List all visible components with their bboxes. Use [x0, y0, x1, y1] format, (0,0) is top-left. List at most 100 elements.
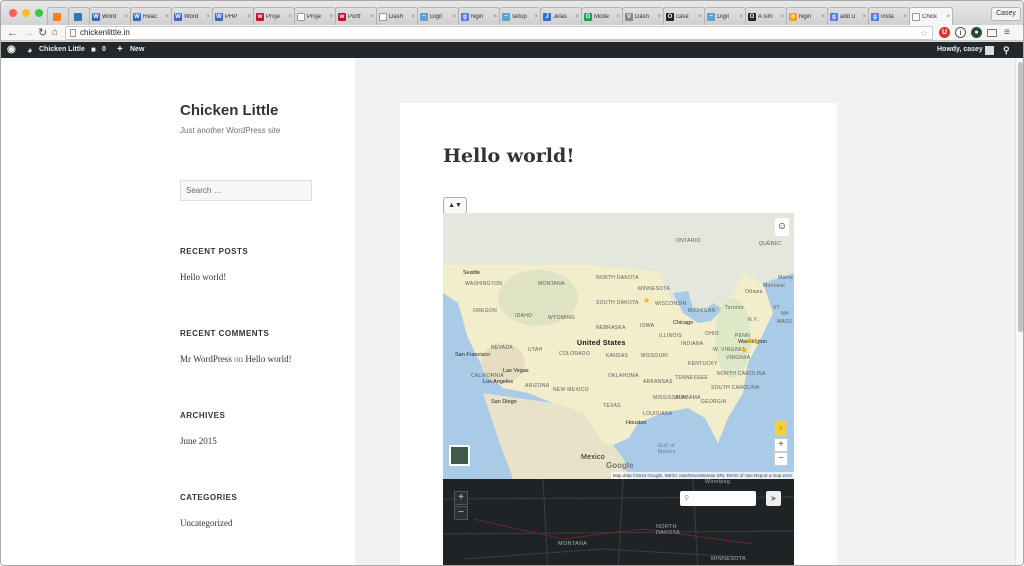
browser-tab[interactable]: g insta × — [868, 7, 910, 25]
address-bar[interactable]: chickenlittle.in ☆ — [65, 26, 933, 40]
locate-button[interactable]: ➤ — [766, 491, 781, 506]
tab-close-icon[interactable]: × — [288, 14, 292, 20]
tab-close-icon[interactable]: × — [493, 14, 497, 20]
tab-close-icon[interactable]: × — [452, 14, 456, 20]
zoom-in-button[interactable]: + — [774, 438, 788, 452]
browser-tab[interactable]: Chick × — [909, 7, 953, 25]
satellite-toggle-button[interactable] — [449, 445, 470, 466]
tab-close-icon[interactable]: × — [946, 14, 950, 20]
browser-tab[interactable]: w Proje × — [253, 7, 295, 25]
browser-tab[interactable]: ~ Digit × — [704, 7, 746, 25]
reload-icon[interactable]: ↻ — [38, 26, 47, 40]
tab-close-icon[interactable]: × — [780, 14, 784, 20]
browser-tab[interactable]: ~ setup × — [499, 7, 541, 25]
extension-dark-icon[interactable]: ● — [971, 27, 982, 38]
menu-icon[interactable]: ≡ — [1004, 26, 1010, 40]
tab-close-icon[interactable]: × — [616, 14, 620, 20]
tab-close-icon[interactable]: × — [739, 14, 743, 20]
admin-site-link[interactable]: Chicken Little — [39, 42, 85, 58]
page-scrollbar[interactable] — [1015, 58, 1023, 565]
pinned-tab[interactable] — [47, 7, 69, 25]
browser-tab[interactable]: Dash × — [376, 7, 418, 25]
map-city-label: Seattle — [463, 270, 481, 276]
recent-post-link[interactable]: Hello world! — [180, 272, 226, 282]
recent-comment-item: Mr WordPress on Hello world! — [180, 354, 292, 364]
browser-tab[interactable]: W Reac × — [130, 7, 172, 25]
tab-close-icon[interactable]: × — [411, 14, 415, 20]
tab-title: Word — [102, 13, 117, 20]
browser-tab[interactable]: o Ngin × — [786, 7, 828, 25]
browser-tab[interactable]: OA sim × — [745, 7, 787, 25]
browser-tab[interactable]: J Jelas × — [540, 7, 582, 25]
wordpress-logo-icon[interactable]: ◉ — [7, 42, 16, 58]
map-marker-star[interactable]: ★ — [741, 347, 748, 355]
tab-close-icon[interactable]: × — [821, 14, 825, 20]
comment-author-link[interactable]: Mr WordPress — [180, 354, 232, 364]
google-logo: Google — [606, 461, 634, 470]
scrollbar-thumb[interactable] — [1018, 62, 1023, 332]
map-region-label: LOUISIANA — [643, 411, 673, 417]
bookmark-star-icon[interactable]: ☆ — [920, 27, 928, 39]
tab-close-icon[interactable]: × — [862, 14, 866, 20]
tab-close-icon[interactable]: × — [657, 14, 661, 20]
browser-tab[interactable]: V Dash × — [622, 7, 664, 25]
howdy-link[interactable]: Howdy, casey — [937, 42, 983, 58]
pinned-tab[interactable] — [68, 7, 90, 25]
browser-tab[interactable]: g Ngin × — [458, 7, 500, 25]
browser-tab[interactable]: W Word × — [171, 7, 213, 25]
browser-tab[interactable]: W Word × — [89, 7, 131, 25]
tab-close-icon[interactable]: × — [698, 14, 702, 20]
tab-close-icon[interactable]: × — [534, 14, 538, 20]
cast-icon[interactable] — [987, 29, 997, 37]
tab-close-icon[interactable]: × — [165, 14, 169, 20]
dark-map[interactable]: + − ⚲ ➤ Winnipeg NORTH DAKOTA MONTANA MINNE… — [443, 479, 794, 565]
new-content-link[interactable]: New — [130, 42, 144, 58]
browser-tab[interactable]: G Mode × — [581, 7, 623, 25]
tab-close-icon[interactable]: × — [903, 14, 907, 20]
search-input[interactable]: Search … — [180, 180, 312, 201]
comment-post-link[interactable]: Hello world! — [245, 354, 291, 364]
dark-zoom-in-button[interactable]: + — [454, 491, 468, 505]
google-map[interactable]: ONTARIO QUÉBEC WASHINGTON MONTANA NORTH DAKO… — [443, 213, 794, 479]
map-city-label: San Diego — [491, 399, 517, 405]
profile-button[interactable]: Casey — [991, 7, 1021, 21]
forward-button[interactable]: → — [23, 26, 34, 40]
archive-link[interactable]: June 2015 — [180, 436, 217, 446]
extension-red-icon[interactable]: U — [939, 27, 950, 38]
browser-tab[interactable]: Ocase × — [663, 7, 705, 25]
minimize-window-button[interactable] — [22, 9, 30, 17]
dark-map-search-input[interactable]: ⚲ — [680, 491, 756, 506]
category-link[interactable]: Uncategorized — [180, 518, 232, 528]
back-button[interactable]: ← — [7, 26, 18, 40]
zoom-window-button[interactable] — [35, 9, 43, 17]
close-window-button[interactable] — [9, 9, 17, 17]
map-marker-star[interactable]: ★ — [643, 297, 650, 305]
browser-tab[interactable]: ~ Digit × — [417, 7, 459, 25]
dark-zoom-out-button[interactable]: − — [454, 506, 468, 520]
browser-tab[interactable]: w Portf × — [335, 7, 377, 25]
tab-close-icon[interactable]: × — [206, 14, 210, 20]
tab-title: insta — [881, 13, 894, 20]
avatar[interactable] — [985, 46, 994, 55]
tab-close-icon[interactable]: × — [247, 14, 251, 20]
street-view-pegman-icon[interactable]: ♀ — [775, 420, 787, 436]
zoom-out-button[interactable]: − — [774, 452, 788, 466]
map-marker-star[interactable]: ★ — [752, 337, 759, 345]
tab-close-icon[interactable]: × — [575, 14, 579, 20]
home-icon[interactable]: ⌂ — [52, 26, 58, 40]
browser-tab[interactable]: W PHP × — [212, 7, 254, 25]
comment-count[interactable]: 0 — [102, 42, 106, 58]
comment-icon[interactable]: ■ — [91, 42, 96, 58]
site-title[interactable]: Chicken Little — [180, 102, 278, 119]
tab-close-icon[interactable]: × — [370, 14, 374, 20]
tab-close-icon[interactable]: × — [329, 14, 333, 20]
post-title[interactable]: Hello world! — [443, 145, 575, 167]
profile-avatar-icon[interactable]: ☺ — [775, 218, 789, 236]
browser-tab[interactable]: Proje × — [294, 7, 336, 25]
admin-search-icon[interactable]: ⚲ — [1003, 42, 1010, 58]
tab-close-icon[interactable]: × — [124, 14, 128, 20]
tab-favicon-icon: ~ — [502, 12, 510, 21]
browser-tab[interactable]: g add u × — [827, 7, 869, 25]
extension-info-icon[interactable]: i — [955, 27, 966, 38]
map-select-dropdown[interactable]: ▲▼ — [443, 197, 467, 214]
